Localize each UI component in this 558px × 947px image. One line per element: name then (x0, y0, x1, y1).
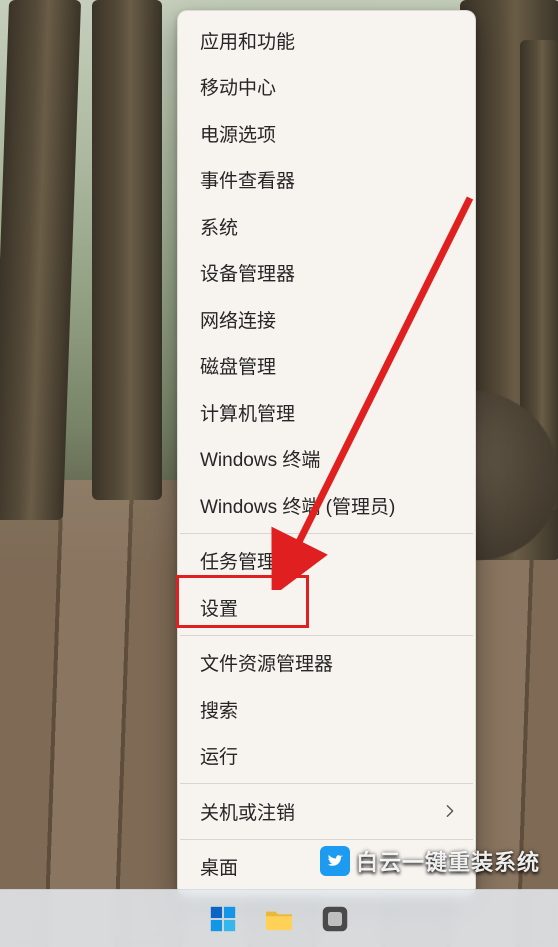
menu-item-label: 应用和功能 (200, 27, 295, 54)
menu-item-power-options[interactable]: 电源选项 (178, 110, 475, 157)
menu-separator (180, 839, 473, 840)
menu-item-system[interactable]: 系统 (178, 203, 475, 250)
menu-item-label: Windows 终端 (管理员) (200, 492, 395, 519)
folder-icon (264, 906, 294, 932)
menu-item-disk-management[interactable]: 磁盘管理 (178, 343, 475, 390)
taskbar (0, 889, 558, 947)
menu-item-label: 磁盘管理 (200, 352, 276, 379)
menu-item-task-manager[interactable]: 任务管理器 (178, 538, 475, 585)
menu-item-event-viewer[interactable]: 事件查看器 (178, 157, 475, 204)
menu-item-label: 文件资源管理器 (200, 649, 333, 676)
menu-item-device-manager[interactable]: 设备管理器 (178, 250, 475, 297)
windows-logo-icon (208, 904, 238, 934)
menu-item-label: 桌面 (200, 853, 238, 880)
menu-item-label: 关机或注销 (200, 798, 295, 825)
menu-item-label: 任务管理器 (200, 547, 295, 574)
menu-item-label: 搜索 (200, 696, 238, 723)
menu-item-label: 设备管理器 (200, 259, 295, 286)
app-icon (321, 905, 349, 933)
watermark-badge-icon (320, 846, 350, 876)
menu-item-computer-management[interactable]: 计算机管理 (178, 389, 475, 436)
menu-item-label: 网络连接 (200, 306, 276, 333)
start-button[interactable] (206, 902, 240, 936)
menu-item-label: 设置 (200, 594, 238, 621)
menu-separator (180, 533, 473, 534)
menu-separator (180, 783, 473, 784)
menu-item-windows-terminal-admin[interactable]: Windows 终端 (管理员) (178, 482, 475, 529)
tree-trunk (0, 0, 81, 520)
menu-item-file-explorer[interactable]: 文件资源管理器 (178, 640, 475, 687)
menu-item-apps-and-features[interactable]: 应用和功能 (178, 17, 475, 64)
menu-item-settings[interactable]: 设置 (178, 584, 475, 631)
menu-item-windows-terminal[interactable]: Windows 终端 (178, 436, 475, 483)
menu-item-mobility-center[interactable]: 移动中心 (178, 64, 475, 111)
menu-item-label: 事件查看器 (200, 166, 295, 193)
chevron-right-icon (443, 804, 457, 818)
menu-item-label: Windows 终端 (200, 445, 320, 472)
menu-item-label: 电源选项 (200, 120, 276, 147)
watermark: 白云一键重装系统 (320, 845, 540, 877)
winx-context-menu: 应用和功能 移动中心 电源选项 事件查看器 系统 设备管理器 网络连接 磁盘管理… (177, 10, 476, 897)
menu-item-run[interactable]: 运行 (178, 733, 475, 780)
desktop-background: 应用和功能 移动中心 电源选项 事件查看器 系统 设备管理器 网络连接 磁盘管理… (0, 0, 558, 947)
menu-separator (180, 635, 473, 636)
menu-item-label: 移动中心 (200, 73, 276, 100)
menu-item-label: 计算机管理 (200, 399, 295, 426)
menu-item-label: 系统 (200, 213, 238, 240)
taskbar-file-explorer[interactable] (262, 902, 296, 936)
menu-item-shutdown-or-signout[interactable]: 关机或注销 (178, 788, 475, 835)
taskbar-app[interactable] (318, 902, 352, 936)
menu-item-search[interactable]: 搜索 (178, 686, 475, 733)
menu-item-network-connections[interactable]: 网络连接 (178, 296, 475, 343)
menu-item-label: 运行 (200, 742, 238, 769)
watermark-text: 白云一键重装系统 (356, 845, 540, 877)
tree-trunk (92, 0, 162, 500)
